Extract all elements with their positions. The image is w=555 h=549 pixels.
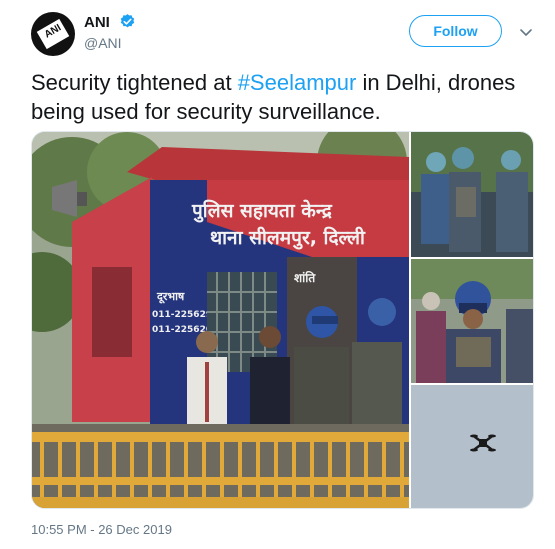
photo-police-outpost[interactable]: पुलिस सहायता केन्द्र थाना सीलमपुर, दिल्ल… <box>32 132 409 508</box>
wall-text: शांति <box>294 271 316 285</box>
sign-line-2: थाना सीलमपुर, दिल्ली <box>210 226 366 250</box>
photo-police-closeup[interactable] <box>411 259 533 383</box>
chevron-down-icon[interactable] <box>518 24 534 40</box>
photo-drone-sky[interactable] <box>411 385 533 508</box>
media-grid: पुलिस सहायता केन्द्र थाना सीलमपुर, दिल्ल… <box>31 131 534 509</box>
account-name[interactable]: ANI <box>84 14 110 31</box>
sign-line-1: पुलिस सहायता केन्द्र <box>191 199 333 223</box>
tweet-timestamp[interactable]: 10:55 PM - 26 Dec 2019 <box>31 522 172 537</box>
tweet-text-before: Security tightened at <box>31 70 238 95</box>
phone-label: दूरभाष <box>156 290 185 304</box>
tweet-card: ANI ANI @ANI Follow Security tightened a… <box>0 0 555 549</box>
photo-police-squad[interactable] <box>411 132 533 257</box>
avatar[interactable]: ANI <box>31 12 75 56</box>
hashtag-link[interactable]: #Seelampur <box>238 70 357 95</box>
tweet-text: Security tightened at #Seelampur in Delh… <box>31 68 531 126</box>
account-handle[interactable]: @ANI <box>84 35 122 51</box>
follow-button[interactable]: Follow <box>409 15 502 47</box>
verified-badge-icon <box>120 14 135 28</box>
